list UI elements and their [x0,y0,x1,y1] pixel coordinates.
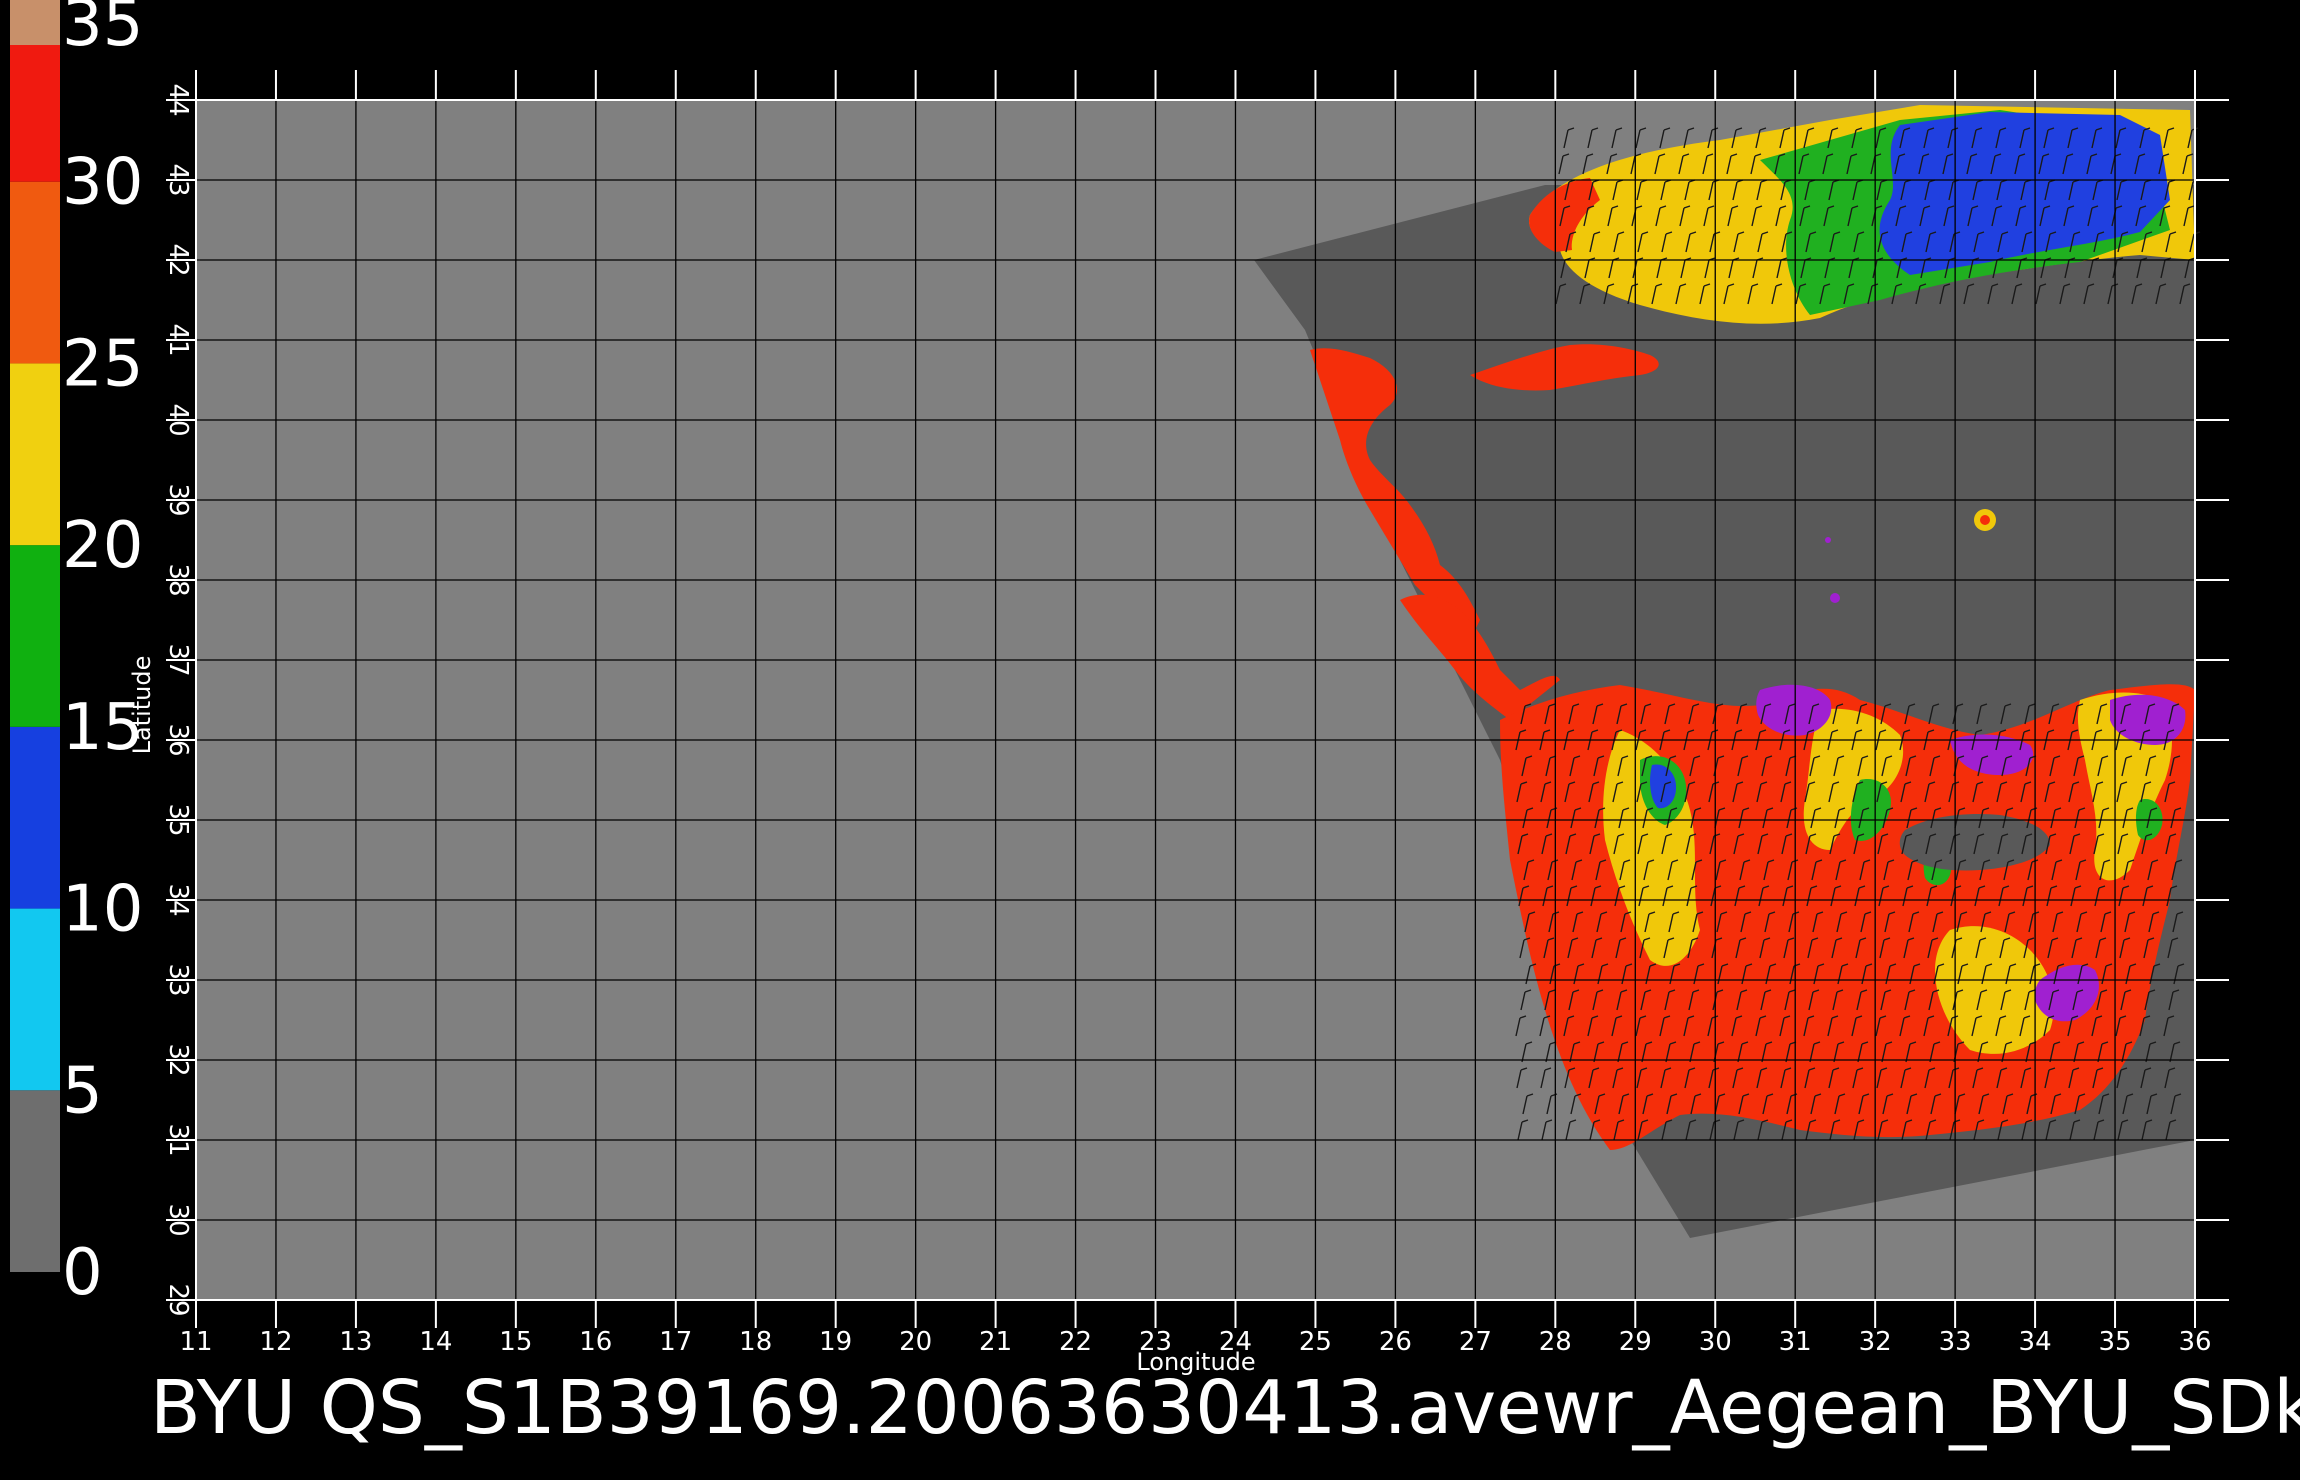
colorbar-cap [10,0,60,45]
lon-tick-label: 34 [2019,1327,2052,1357]
lon-tick-label: 18 [739,1327,772,1357]
colorbar-label: 25 [62,327,143,401]
lon-tick-label: 32 [1859,1327,1892,1357]
lon-tick-label: 30 [1699,1327,1732,1357]
lat-tick-label: 38 [163,563,193,596]
lon-tick-label: 28 [1539,1327,1572,1357]
lon-tick-label: 20 [899,1327,932,1357]
colorbar-label: 20 [62,509,143,583]
lat-tick-label: 30 [163,1203,193,1236]
colorbar-label: 0 [62,1236,103,1310]
lat-tick-label: 44 [163,83,193,116]
lat-tick-label: 36 [163,723,193,756]
colorbar-labels: 35302520151050 [62,0,143,1310]
lon-tick-label: 21 [979,1327,1012,1357]
lon-tick-label: 26 [1379,1327,1412,1357]
lat-tick-label: 37 [163,643,193,676]
colorbar-segment [10,181,60,364]
lon-tick-label: 31 [1779,1327,1812,1357]
lon-tick-label: 14 [419,1327,452,1357]
lon-tick-label: 36 [2178,1327,2211,1357]
lat-tick-label: 32 [163,1043,193,1076]
lat-tick-label: 34 [163,883,193,916]
lon-tick-label: 11 [179,1327,212,1357]
lon-tick-label: 12 [259,1327,292,1357]
lon-tick-label: 13 [339,1327,372,1357]
wind-spot-3 [1825,537,1831,543]
wind-spot-1-rim [1980,515,1990,525]
colorbar-segment [10,908,60,1091]
colorbar-label: 10 [62,873,143,947]
latitude-tick-labels: 29 30 31 32 33 34 35 36 37 38 39 40 41 42 43 44 [163,83,193,1316]
footer-title: BYU QS_S1B39169.20063630413.avewr_Aegean… [150,1365,2300,1451]
lat-tick-label: 43 [163,163,193,196]
colorbar-segment [10,1090,60,1272]
lat-tick-label: 35 [163,803,193,836]
wind-map: 35 30 25 20 15 10 5 0 11 12 13 14 15 16 17 18 1… [10,0,2300,1451]
lon-tick-label: 35 [2098,1327,2131,1357]
lon-tick-label: 29 [1619,1327,1652,1357]
colorbar-label: 35 [62,0,143,61]
lat-tick-label: 42 [163,243,193,276]
colorbar [10,0,60,1272]
lon-tick-label: 33 [1939,1327,1972,1357]
lat-tick-label: 41 [163,323,193,356]
colorbar-segment [10,545,60,727]
lon-tick-label: 15 [499,1327,532,1357]
lon-tick-label: 27 [1459,1327,1492,1357]
lon-tick-label: 16 [579,1327,612,1357]
lon-tick-label: 25 [1299,1327,1332,1357]
lat-tick-label: 31 [163,1123,193,1156]
lon-tick-label: 19 [819,1327,852,1357]
colorbar-label: 5 [62,1054,103,1128]
wind-spot-2 [1830,593,1840,603]
colorbar-label: 30 [62,146,143,220]
colorbar-segment [10,363,60,546]
lat-tick-label: 40 [163,403,193,436]
lon-tick-label: 17 [659,1327,692,1357]
lat-tick-label: 29 [163,1283,193,1316]
lon-tick-label: 22 [1059,1327,1092,1357]
colorbar-segment [10,726,60,909]
y-axis-title: Latitude [128,656,156,755]
lat-tick-label: 33 [163,963,193,996]
lat-tick-label: 39 [163,483,193,516]
